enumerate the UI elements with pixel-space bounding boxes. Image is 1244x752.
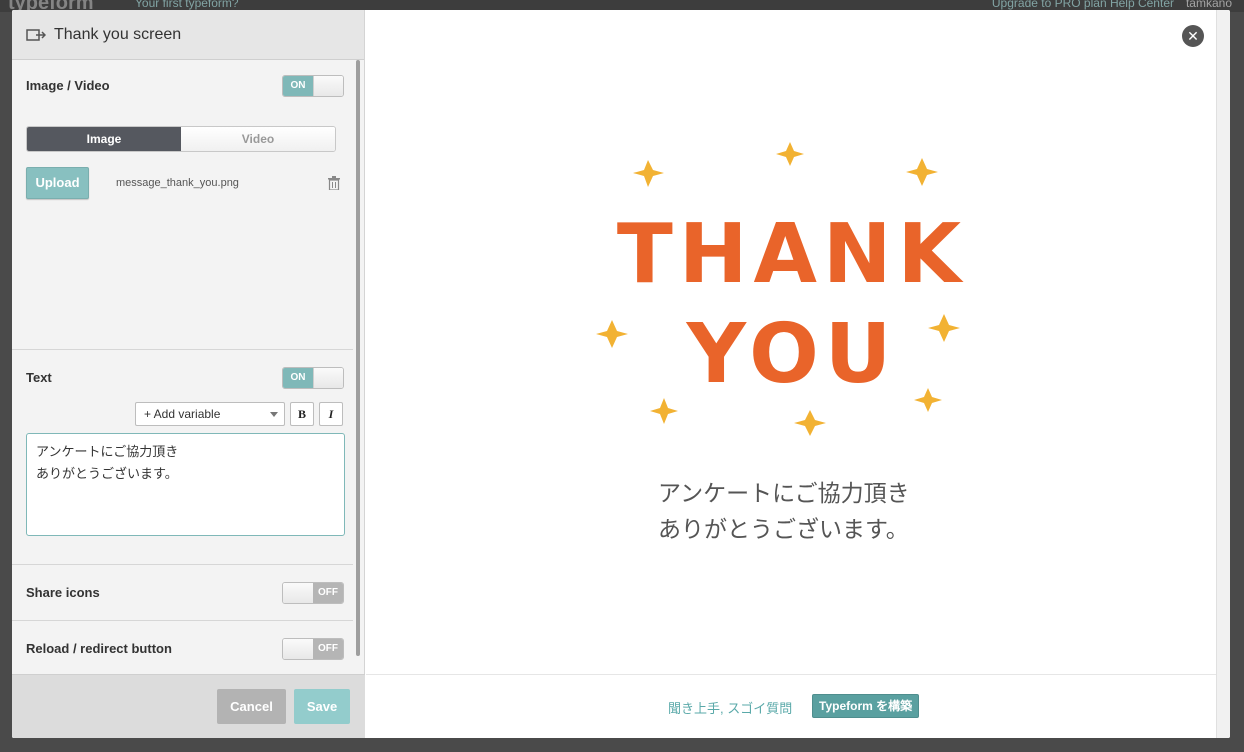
thank-you-image: THANK YOU — [596, 142, 967, 436]
star-icon — [633, 160, 664, 187]
image-video-label: Image / Video — [26, 78, 110, 93]
star-icon — [928, 314, 960, 342]
save-button[interactable]: Save — [294, 689, 350, 724]
star-icon — [914, 388, 942, 412]
bold-button[interactable]: B — [290, 402, 314, 426]
toggle-knob — [313, 76, 343, 96]
footer-tagline[interactable]: 聞き上手, スゴイ質問 — [668, 698, 792, 717]
thank-you-modal: Thank you screen Image / Video ON Image … — [12, 10, 1230, 738]
reload-button-toggle[interactable]: OFF — [282, 638, 344, 660]
preview-pane: ✕ THANK YOU アンケートにご協力頂き ありがとうございます。 聞き上手… — [366, 10, 1216, 738]
exit-screen-icon — [26, 28, 47, 42]
section-divider — [12, 349, 353, 350]
thank-you-text-input[interactable]: アンケートにご協力頂き ありがとうございます。 — [26, 433, 345, 536]
chevron-down-icon — [270, 412, 278, 417]
upload-button[interactable]: Upload — [26, 167, 89, 199]
star-icon — [906, 158, 938, 186]
header-links: Upgrade to PRO plan Help Center — [991, 0, 1174, 10]
trash-icon[interactable] — [328, 176, 340, 191]
toggle-on-label: ON — [283, 368, 313, 388]
user-name: tamkano — [1185, 0, 1232, 10]
tab-image[interactable]: Image — [27, 127, 181, 151]
uploaded-filename: message_thank_you.png — [116, 177, 239, 189]
section-divider — [12, 620, 353, 621]
art-line-you: YOU — [686, 307, 898, 402]
add-variable-label: + Add variable — [144, 407, 221, 421]
panel-title: Thank you screen — [54, 25, 182, 43]
star-icon — [794, 410, 826, 436]
text-toggle[interactable]: ON — [282, 367, 344, 389]
star-icon — [650, 398, 678, 424]
share-icons-label: Share icons — [26, 585, 100, 600]
reload-button-label: Reload / redirect button — [26, 641, 172, 656]
tab-video[interactable]: Video — [181, 127, 335, 151]
toggle-knob — [283, 639, 314, 659]
toggle-knob — [313, 368, 343, 388]
thank-you-message: アンケートにご協力頂き ありがとうございます。 — [658, 481, 910, 543]
cancel-button[interactable]: Cancel — [217, 689, 286, 724]
form-name: Your first typeform? — [135, 0, 239, 10]
toggle-on-label: ON — [283, 76, 313, 96]
star-icon — [596, 320, 628, 348]
build-typeform-button[interactable]: Typeform を構築 — [812, 694, 920, 718]
star-icon — [776, 142, 804, 166]
toggle-off-label: OFF — [313, 583, 343, 603]
image-video-toggle[interactable]: ON — [282, 75, 344, 97]
panel-header: Thank you screen — [12, 10, 364, 60]
italic-button[interactable]: I — [319, 402, 343, 426]
toggle-knob — [283, 583, 314, 603]
panel-scrollbar[interactable] — [356, 60, 360, 656]
media-type-switch: Image Video — [26, 126, 336, 152]
panel-footer: Cancel Save — [12, 674, 365, 738]
section-divider — [12, 564, 353, 565]
share-icons-toggle[interactable]: OFF — [282, 582, 344, 604]
toggle-off-label: OFF — [313, 639, 343, 659]
preview-edge — [1216, 10, 1230, 738]
preview-footer: 聞き上手, スゴイ質問 Typeform を構築 — [366, 674, 1216, 738]
close-icon[interactable]: ✕ — [1182, 25, 1204, 47]
settings-panel: Thank you screen Image / Video ON Image … — [12, 10, 365, 738]
art-line-thank: THANK — [617, 207, 967, 302]
add-variable-select[interactable]: + Add variable — [135, 402, 285, 426]
text-label: Text — [26, 370, 52, 385]
